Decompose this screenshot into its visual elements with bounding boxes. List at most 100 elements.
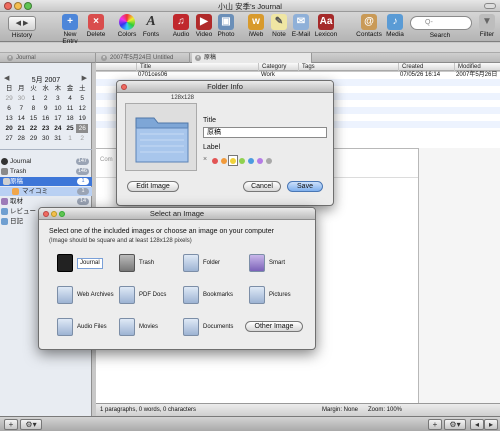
fonts-button[interactable]: A Fonts [140, 14, 162, 38]
video-button[interactable]: ▶ Video [193, 14, 215, 38]
search-input[interactable]: Q- [410, 16, 472, 30]
next-entry-button[interactable]: ▸ [484, 419, 498, 430]
image-option-trash[interactable]: Trash [119, 254, 187, 272]
calendar-day[interactable]: 12 [76, 104, 88, 113]
gear-menu-button[interactable]: ⚙▾ [20, 419, 42, 430]
calendar-day[interactable]: 19 [76, 114, 88, 123]
calendar-day[interactable]: 9 [40, 104, 52, 113]
calendar-next-icon[interactable]: ▶ [82, 74, 87, 82]
calendar-day[interactable]: 11 [64, 104, 76, 113]
calendar-day[interactable]: 14 [15, 114, 27, 123]
calendar-day[interactable]: 21 [15, 124, 27, 133]
note-button[interactable]: ✎ Note [268, 14, 290, 38]
close-tab-icon[interactable]: × [7, 55, 13, 61]
audio-button[interactable]: ♫ Audio [170, 14, 192, 38]
iweb-button[interactable]: w iWeb [245, 14, 267, 38]
calendar-day[interactable]: 30 [15, 94, 27, 103]
folder-image-well[interactable] [125, 103, 197, 171]
calendar-day[interactable]: 3 [52, 94, 64, 103]
calendar-day[interactable]: 8 [27, 104, 39, 113]
calendar-day[interactable]: 25 [64, 124, 76, 133]
column-tags[interactable]: Tags [298, 63, 398, 71]
column-modified[interactable]: Modified [454, 63, 500, 71]
column-title[interactable]: Title [136, 63, 256, 71]
email-button[interactable]: ✉ E-Mail [290, 14, 312, 38]
calendar-day[interactable]: 18 [64, 114, 76, 123]
calendar-day[interactable]: 1 [64, 134, 76, 143]
image-option-documents[interactable]: Documents [183, 318, 251, 336]
tab-untitled-entry[interactable]: × 2007年5月24日 Untitled [98, 53, 190, 63]
calendar-day[interactable]: 24 [52, 124, 64, 133]
calendar-day[interactable]: 29 [27, 134, 39, 143]
colors-button[interactable]: Colors [116, 14, 138, 38]
calendar-day[interactable]: 15 [27, 114, 39, 123]
image-option-pdf-docs[interactable]: PDF Docs [119, 286, 187, 304]
delete-button[interactable]: × Delete [84, 14, 108, 38]
calendar-day[interactable]: 28 [15, 134, 27, 143]
tab-genkou[interactable]: × 原稿 [192, 53, 312, 63]
lexicon-button[interactable]: Aa Lexicon [314, 14, 338, 38]
calendar-day[interactable]: 30 [40, 134, 52, 143]
source-journal[interactable]: Journal 147 [0, 157, 92, 166]
label-orange-swatch[interactable] [221, 158, 227, 164]
calendar-day[interactable]: 7 [15, 104, 27, 113]
photo-button[interactable]: ▣ Photo [215, 14, 237, 38]
calendar-day[interactable]: 20 [3, 124, 15, 133]
image-option-smart[interactable]: Smart [249, 254, 317, 272]
calendar-day[interactable]: 2 [40, 94, 52, 103]
contacts-button[interactable]: @ Contacts [356, 14, 382, 38]
filter-button[interactable]: ▼ Filter [476, 14, 498, 38]
close-tab-icon[interactable]: × [195, 55, 201, 61]
label-green-swatch[interactable] [239, 158, 245, 164]
status-zoom[interactable]: Zoom: 100% [368, 404, 402, 416]
calendar-day[interactable]: 4 [64, 94, 76, 103]
table-row[interactable]: 0701ces06 Work 07/05/26 16:14 2007年5月26日 [96, 72, 500, 79]
other-image-button[interactable]: Other Image [245, 321, 303, 332]
calendar-day[interactable]: 13 [3, 114, 15, 123]
column-category[interactable]: Category [258, 63, 298, 71]
prev-entry-button[interactable]: ◂ [470, 419, 484, 430]
cancel-button[interactable]: Cancel [243, 181, 281, 192]
column-created[interactable]: Created [398, 63, 454, 71]
edit-image-button[interactable]: Edit Image [127, 181, 179, 192]
calendar-day[interactable]: 17 [52, 114, 64, 123]
image-option-audio-files[interactable]: Audio Files [57, 318, 125, 336]
calendar-day[interactable]: 6 [3, 104, 15, 113]
label-red-swatch[interactable] [212, 158, 218, 164]
label-yellow-swatch[interactable] [230, 158, 236, 164]
label-purple-swatch[interactable] [257, 158, 263, 164]
folder-title-input[interactable]: 原稿 [203, 127, 327, 138]
image-option-folder[interactable]: Folder [183, 254, 251, 272]
calendar-day[interactable]: 27 [3, 134, 15, 143]
new-entry-button[interactable]: + New Entry [58, 14, 82, 45]
calendar-day[interactable]: 31 [52, 134, 64, 143]
entry-gear-button[interactable]: ⚙▾ [444, 419, 466, 430]
source-shuzai[interactable]: 取材 14 [0, 197, 92, 206]
calendar-day[interactable]: 5 [76, 94, 88, 103]
label-gray-swatch[interactable] [266, 158, 272, 164]
calendar-day[interactable]: 29 [3, 94, 15, 103]
toolbar-toggle-button[interactable] [484, 3, 496, 9]
source-mycom[interactable]: マイコミ 1 [0, 187, 92, 196]
add-entry-button[interactable]: + [428, 419, 442, 430]
close-tab-icon[interactable]: × [101, 55, 107, 61]
source-trash[interactable]: Trash 146 [0, 167, 92, 176]
image-option-bookmarks[interactable]: Bookmarks [183, 286, 251, 304]
calendar-day-selected[interactable]: 26 [76, 124, 89, 133]
source-genkou-folder[interactable]: 原稿 1 [0, 177, 92, 186]
calendar-day[interactable]: 2 [76, 134, 88, 143]
calendar-day[interactable]: 1 [27, 94, 39, 103]
calendar-day[interactable]: 22 [27, 124, 39, 133]
image-option-movies[interactable]: Movies [119, 318, 187, 336]
tab-journal[interactable]: × Journal [4, 53, 96, 63]
calendar-day[interactable]: 10 [52, 104, 64, 113]
calendar-day[interactable]: 16 [40, 114, 52, 123]
label-blue-swatch[interactable] [248, 158, 254, 164]
save-button[interactable]: Save [287, 181, 323, 192]
image-option-journal[interactable]: Journal [57, 254, 125, 272]
media-button[interactable]: ♪ Media [384, 14, 406, 38]
label-none-button[interactable]: × [203, 156, 207, 163]
image-option-pictures[interactable]: Pictures [249, 286, 317, 304]
history-back-forward[interactable]: ◀ ▶ [8, 16, 36, 31]
image-option-web-archives[interactable]: Web Archives [57, 286, 125, 304]
